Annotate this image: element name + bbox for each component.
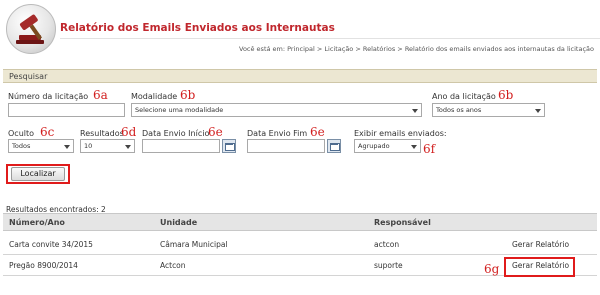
annotation-6e-inicio: 6e	[208, 125, 223, 139]
annotation-6e-fim: 6e	[310, 125, 325, 139]
annotation-6d: 6d	[121, 125, 137, 139]
cell-unidade: Câmara Municipal	[160, 240, 228, 249]
column-header-responsavel: Responsável	[374, 218, 431, 227]
search-panel-title: Pesquisar	[9, 72, 48, 81]
breadcrumb: Você está em: Principal > Licitação > Re…	[239, 45, 594, 53]
chevron-down-icon	[535, 109, 541, 113]
table-row: Carta convite 34/2015 Câmara Municipal a…	[3, 235, 597, 255]
chevron-down-icon	[411, 145, 417, 149]
results-table-header: Número/Ano Unidade Responsável	[3, 213, 597, 231]
title-divider	[60, 38, 600, 39]
data-inicio-input[interactable]	[142, 139, 220, 153]
numero-input[interactable]	[8, 103, 125, 117]
annotation-6a: 6a	[93, 88, 108, 102]
oculto-select[interactable]: Todos	[8, 139, 74, 153]
annotation-6c: 6c	[40, 125, 55, 139]
data-fim-label: Data Envio Fim	[247, 129, 308, 138]
oculto-select-value: Todos	[12, 142, 31, 150]
cell-numero: Carta convite 34/2015	[9, 240, 93, 249]
resultados-select-value: 10	[84, 142, 93, 150]
annotation-6f: 6f	[423, 142, 436, 156]
modalidade-select-value: Selecione uma modalidade	[135, 106, 224, 114]
localizar-button[interactable]: Localizar	[11, 167, 65, 181]
chevron-down-icon	[64, 145, 70, 149]
highlight-box	[504, 257, 575, 277]
calendar-icon[interactable]	[222, 139, 236, 153]
gavel-logo-icon	[6, 4, 56, 54]
modalidade-label: Modalidade	[131, 92, 178, 101]
chevron-down-icon	[412, 109, 418, 113]
data-fim-input[interactable]	[247, 139, 325, 153]
data-inicio-label: Data Envio Início	[142, 129, 210, 138]
exibir-select-value: Agrupado	[358, 142, 390, 150]
annotation-6g: 6g	[484, 262, 500, 276]
search-panel-header: Pesquisar	[3, 69, 597, 83]
annotation-6b-modalidade: 6b	[180, 88, 196, 102]
exibir-label: Exibir emails enviados:	[354, 129, 447, 138]
chevron-down-icon	[125, 145, 131, 149]
page-header: Relatório dos Emails Enviados aos Intern…	[0, 0, 600, 58]
column-header-numero: Número/Ano	[9, 218, 65, 227]
column-header-unidade: Unidade	[160, 218, 198, 227]
numero-label: Número da licitação	[8, 92, 89, 101]
oculto-label: Oculto	[8, 129, 35, 138]
calendar-icon[interactable]	[327, 139, 341, 153]
ano-select-value: Todos os anos	[436, 106, 482, 114]
page-title: Relatório dos Emails Enviados aos Intern…	[60, 22, 335, 34]
cell-responsavel: actcon	[374, 240, 400, 249]
cell-responsavel: suporte	[374, 261, 403, 270]
ano-label: Ano da licitação	[432, 92, 496, 101]
resultados-select[interactable]: 10	[80, 139, 135, 153]
modalidade-select[interactable]: Selecione uma modalidade	[131, 103, 422, 117]
ano-select[interactable]: Todos os anos	[432, 103, 545, 117]
exibir-select[interactable]: Agrupado	[354, 139, 421, 153]
cell-numero: Pregão 8900/2014	[9, 261, 78, 270]
annotation-6b-ano: 6b	[498, 88, 514, 102]
gerar-relatorio-link[interactable]: Gerar Relatório	[512, 240, 569, 249]
resultados-label: Resultados	[80, 129, 124, 138]
cell-unidade: Actcon	[160, 261, 186, 270]
